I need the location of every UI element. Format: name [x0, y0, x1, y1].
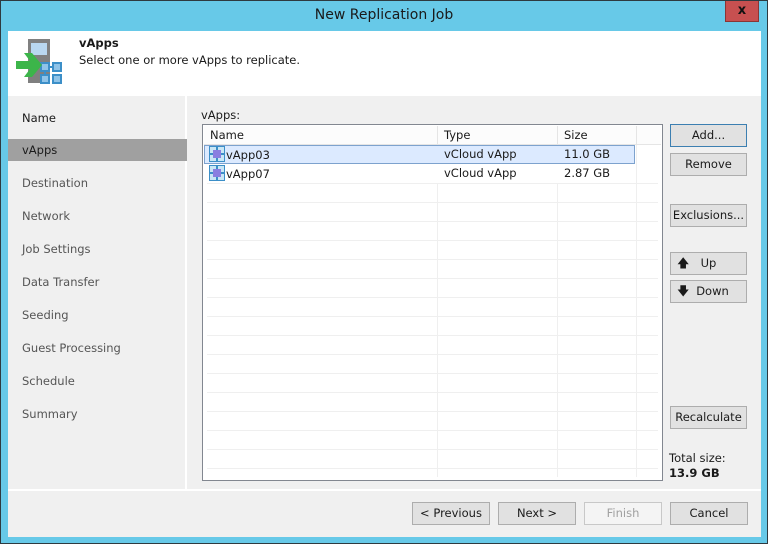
previous-button[interactable]: < Previous	[412, 502, 490, 525]
grid-line	[207, 202, 658, 203]
vapp-name: vApp07	[226, 167, 270, 181]
grid-line	[207, 411, 658, 412]
title-bar[interactable]: New Replication Job x	[1, 1, 767, 32]
grid-line	[207, 297, 658, 298]
vapps-list-label: vApps:	[201, 108, 241, 122]
grid-line	[207, 259, 658, 260]
step-content: vApps: Name Type Size vApp03 vCloud vApp…	[189, 96, 761, 489]
remove-button[interactable]: Remove	[670, 153, 747, 176]
wizard-steps-nav: Name vApps Destination Network Job Setti…	[8, 96, 187, 489]
grid-line	[207, 335, 658, 336]
cancel-button[interactable]: Cancel	[670, 502, 748, 525]
step-destination[interactable]: Destination	[8, 172, 187, 194]
grid-line	[207, 430, 658, 431]
grid-line	[207, 221, 658, 222]
grid-line	[207, 183, 658, 184]
step-network[interactable]: Network	[8, 205, 187, 227]
close-icon: x	[737, 3, 747, 18]
table-row[interactable]: vApp03 vCloud vApp 11.0 GB	[204, 145, 635, 164]
vapp-size: 11.0 GB	[564, 147, 611, 161]
grid-line	[636, 145, 637, 184]
total-size-value: 13.9 GB	[669, 466, 720, 480]
recalculate-button[interactable]: Recalculate	[670, 406, 747, 429]
grid-line	[207, 449, 658, 450]
exclusions-button[interactable]: Exclusions...	[670, 204, 747, 227]
step-vapps[interactable]: vApps	[8, 139, 187, 161]
column-header-type[interactable]: Type	[438, 126, 558, 145]
down-button[interactable]: 🡇 Down	[670, 280, 747, 303]
replication-job-window: New Replication Job x vApps Select one o…	[0, 0, 768, 544]
step-data-transfer[interactable]: Data Transfer	[8, 271, 187, 293]
arrow-down-icon: 🡇	[677, 284, 690, 298]
step-title: vApps	[79, 36, 119, 50]
arrow-up-icon: 🡅	[677, 256, 690, 270]
finish-button[interactable]: Finish	[584, 502, 662, 525]
vapp-name: vApp03	[226, 148, 270, 162]
step-job-settings[interactable]: Job Settings	[8, 238, 187, 260]
footer-divider	[8, 489, 761, 491]
total-size-label: Total size:	[669, 451, 726, 465]
grid-line	[557, 184, 558, 477]
column-header-name[interactable]: Name	[204, 126, 438, 145]
close-button[interactable]: x	[725, 1, 759, 22]
vapp-type: vCloud vApp	[444, 147, 517, 161]
down-button-label: Down	[696, 284, 729, 298]
wizard-header: vApps Select one or more vApps to replic…	[8, 31, 761, 96]
step-guest-processing[interactable]: Guest Processing	[8, 337, 187, 359]
grid-line	[207, 278, 658, 279]
step-seeding[interactable]: Seeding	[8, 304, 187, 326]
window-title: New Replication Job	[314, 7, 454, 23]
wizard-client-area: vApps Select one or more vApps to replic…	[8, 31, 761, 537]
step-schedule[interactable]: Schedule	[8, 370, 187, 392]
table-row[interactable]: vApp07 vCloud vApp 2.87 GB	[204, 164, 635, 183]
grid-line	[636, 184, 637, 477]
vapp-size: 2.87 GB	[564, 166, 611, 180]
table-header: Name Type Size	[204, 126, 661, 145]
grid-line	[207, 373, 658, 374]
up-button[interactable]: 🡅 Up	[670, 252, 747, 275]
step-name[interactable]: Name	[8, 107, 187, 129]
next-button[interactable]: Next >	[498, 502, 576, 525]
vapp-icon	[209, 146, 225, 162]
replication-job-icon	[16, 39, 62, 84]
column-header-size[interactable]: Size	[558, 126, 637, 145]
step-summary[interactable]: Summary	[8, 403, 187, 425]
grid-line	[207, 240, 658, 241]
vapps-table[interactable]: Name Type Size vApp03 vCloud vApp 11.0 G…	[202, 124, 663, 481]
up-button-label: Up	[700, 256, 717, 270]
grid-line	[207, 392, 658, 393]
step-description: Select one or more vApps to replicate.	[79, 53, 301, 67]
grid-line	[437, 184, 438, 477]
vapp-type: vCloud vApp	[444, 166, 517, 180]
vapp-icon	[209, 165, 225, 181]
grid-line	[207, 354, 658, 355]
grid-line	[207, 316, 658, 317]
grid-line	[207, 468, 658, 469]
add-button[interactable]: Add...	[670, 124, 747, 147]
